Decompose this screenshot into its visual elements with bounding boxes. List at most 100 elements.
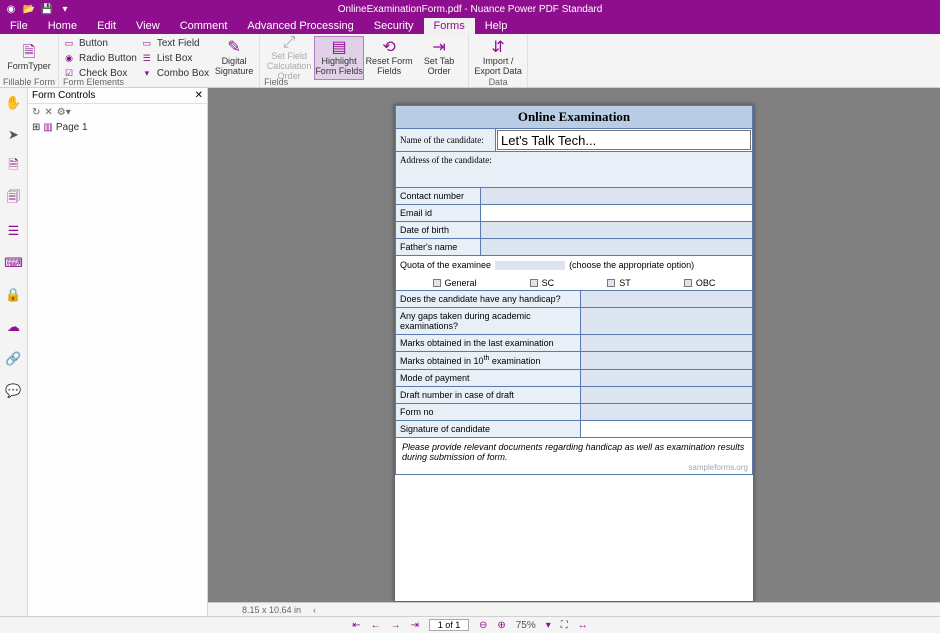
canvas-wrap: Online Examination Name of the candidate…	[208, 88, 940, 616]
document-canvas[interactable]: Online Examination Name of the candidate…	[208, 88, 940, 602]
tree: ⊞ ▥ Page 1	[28, 120, 207, 135]
listbox-icon: ☰	[141, 52, 153, 64]
group-elements: ▭Button ◉Radio Button ☑Check Box ▭Text F…	[59, 34, 260, 87]
formtyper-label: FormTyper	[7, 62, 51, 72]
typewriter-icon[interactable]: ⌨	[5, 254, 23, 272]
menu-edit[interactable]: Edit	[87, 18, 126, 34]
payment-field[interactable]	[581, 370, 752, 386]
btn-textfield[interactable]: ▭Text Field	[141, 36, 209, 50]
marks-10-field[interactable]	[581, 352, 752, 369]
open-icon[interactable]: 📂	[22, 2, 36, 16]
signature-label: Digital Signature	[215, 57, 254, 77]
refresh-icon[interactable]: ↻	[32, 107, 40, 118]
handicap-field[interactable]	[581, 291, 752, 307]
signature-icon: ✎	[227, 39, 240, 57]
menu-security[interactable]: Security	[364, 18, 424, 34]
fit-page-icon[interactable]: ⛶	[561, 620, 568, 631]
signature-field[interactable]	[581, 421, 752, 437]
gear-icon[interactable]: ⚙▾	[57, 107, 71, 118]
menu-comment[interactable]: Comment	[170, 18, 238, 34]
ruler-toggle-icon[interactable]: ‹	[313, 605, 316, 615]
next-page-icon[interactable]: →	[391, 620, 401, 631]
row-dob: Date of birth	[395, 222, 753, 239]
close-icon[interactable]: ✕	[195, 90, 203, 101]
lock-icon[interactable]: 🔒	[5, 286, 23, 304]
btn-digital-signature[interactable]: ✎ Digital Signature	[213, 36, 255, 80]
checkbox-icon[interactable]	[433, 279, 441, 287]
btn-button[interactable]: ▭Button	[63, 36, 137, 50]
formtyper-icon: 🗎	[23, 44, 36, 62]
btn-highlight-fields[interactable]: ▤ Highlight Form Fields	[314, 36, 364, 80]
zoom-dropdown-icon[interactable]: ▾	[546, 620, 551, 631]
contact-field[interactable]	[481, 188, 752, 204]
hand-icon[interactable]: ✋	[5, 94, 23, 112]
pdf-page: Online Examination Name of the candidate…	[394, 104, 754, 602]
ribbon: 🗎 FormTyper Fillable Form ▭Button ◉Radio…	[0, 34, 940, 88]
quota-section: Quota of the examinee (choose the approp…	[395, 256, 753, 291]
checkbox-icon[interactable]	[530, 279, 538, 287]
form-icon[interactable]: ☰	[5, 222, 23, 240]
checkbox-icon[interactable]	[607, 279, 615, 287]
row-contact: Contact number	[395, 188, 753, 205]
formno-field[interactable]	[581, 404, 752, 420]
watermark: sampleforms.org	[688, 463, 748, 472]
last-page-icon[interactable]: ⇥	[411, 620, 419, 631]
expand-icon[interactable]: ✕	[44, 107, 52, 118]
button-icon: ▭	[63, 37, 75, 49]
opt-sc[interactable]: SC	[530, 278, 555, 288]
zoom-in-icon[interactable]: ⊕	[497, 620, 505, 631]
btn-tab-order[interactable]: ⇥ Set Tab Order	[414, 36, 464, 80]
opt-obc[interactable]: OBC	[684, 278, 716, 288]
row-father: Father's name	[395, 239, 753, 256]
expand-toggle[interactable]: ⊞	[32, 122, 40, 133]
marks10-label: Marks obtained in 10th examination	[396, 352, 581, 369]
name-label: Name of the candidate:	[396, 129, 496, 151]
tree-row-page[interactable]: ⊞ ▥ Page 1	[32, 122, 203, 133]
checkbox-icon[interactable]	[684, 279, 692, 287]
taborder-icon: ⇥	[432, 39, 445, 57]
email-field[interactable]	[481, 205, 752, 221]
main-area: ✋ ➤ 🗎 🗐 ☰ ⌨ 🔒 ☁ 🔗 💬 Form Controls ✕ ↻ ✕ …	[0, 88, 940, 616]
row-payment: Mode of payment	[395, 370, 753, 387]
form-title: Online Examination	[395, 105, 753, 129]
formtyper-button[interactable]: 🗎 FormTyper	[4, 36, 54, 80]
first-page-icon[interactable]: ⇤	[352, 620, 360, 631]
page-input[interactable]	[429, 619, 469, 631]
page-icon[interactable]: 🗎	[5, 158, 23, 176]
menu-file[interactable]: File	[0, 18, 38, 34]
doc-icon[interactable]: 🗐	[5, 190, 23, 208]
btn-import-export[interactable]: ⇵ Import / Export Data	[473, 36, 523, 80]
menu-help[interactable]: Help	[475, 18, 518, 34]
save-icon[interactable]: 💾	[40, 2, 54, 16]
btn-reset-fields[interactable]: ⟲ Reset Form Fields	[364, 36, 414, 80]
btn-listbox[interactable]: ☰List Box	[141, 51, 209, 65]
name-input[interactable]	[497, 130, 751, 150]
opt-general[interactable]: General	[433, 278, 477, 288]
menu-view[interactable]: View	[126, 18, 170, 34]
dropdown-icon[interactable]: ▾	[58, 2, 72, 16]
prev-page-icon[interactable]: ←	[371, 620, 381, 631]
row-draft: Draft number in case of draft	[395, 387, 753, 404]
draft-field[interactable]	[581, 387, 752, 403]
btn-combobox[interactable]: ▾Combo Box	[141, 66, 209, 80]
cloud-icon[interactable]: ☁	[5, 318, 23, 336]
calc-icon: ⤢	[283, 34, 296, 52]
marks-last-field[interactable]	[581, 335, 752, 351]
link-icon[interactable]: 🔗	[5, 350, 23, 368]
group-elements-label: Form Elements	[63, 77, 124, 87]
father-field[interactable]	[481, 239, 752, 255]
opt-st[interactable]: ST	[607, 278, 631, 288]
quota-field[interactable]	[495, 261, 565, 270]
gaps-field[interactable]	[581, 308, 752, 334]
row-email: Email id	[395, 205, 753, 222]
menu-forms[interactable]: Forms	[424, 18, 475, 34]
btn-radio[interactable]: ◉Radio Button	[63, 51, 137, 65]
menu-advanced[interactable]: Advanced Processing	[237, 18, 363, 34]
zoom-level[interactable]: 75%	[516, 620, 536, 631]
note-icon[interactable]: 💬	[5, 382, 23, 400]
menu-home[interactable]: Home	[38, 18, 87, 34]
fit-width-icon[interactable]: ↔	[578, 620, 588, 631]
arrow-icon[interactable]: ➤	[5, 126, 23, 144]
zoom-out-icon[interactable]: ⊖	[479, 620, 487, 631]
dob-field[interactable]	[481, 222, 752, 238]
